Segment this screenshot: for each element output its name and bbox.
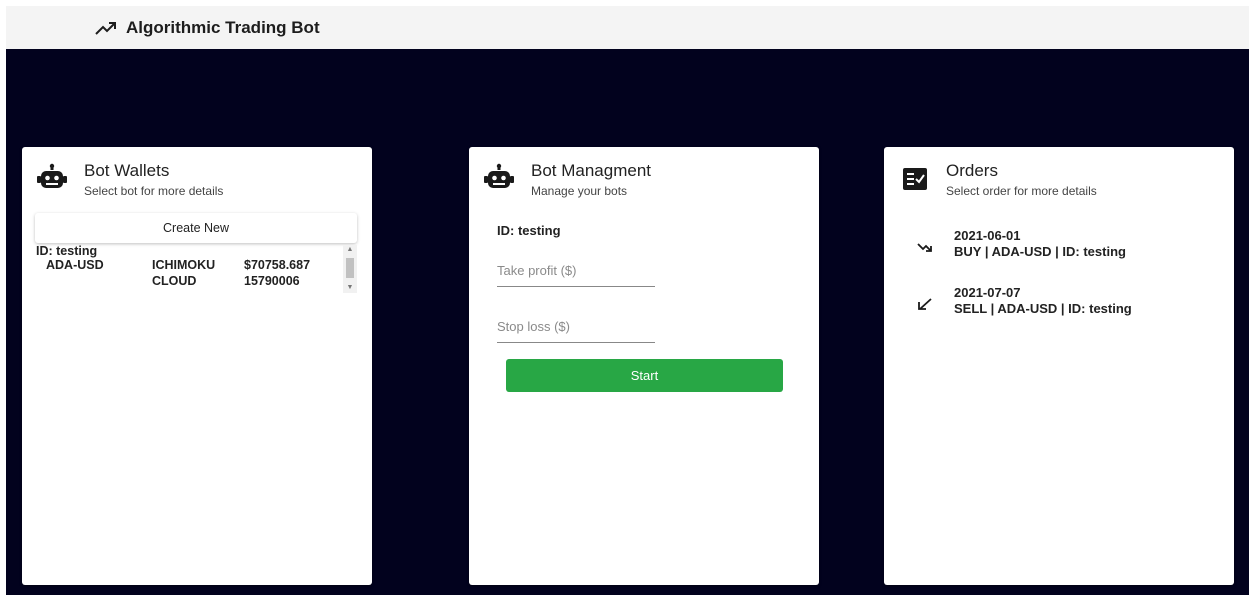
order-date: 2021-07-07: [954, 285, 1021, 300]
orders-title: Orders: [946, 161, 998, 180]
management-subtitle: Manage your bots: [531, 184, 628, 198]
app-title: Algorithmic Trading Bot: [126, 18, 320, 37]
order-item[interactable]: 2021-06-01 BUY | ADA-USD | ID: testing: [916, 228, 1216, 264]
management-title: Bot Managment: [531, 161, 652, 180]
orders-subtitle: Select order for more details: [946, 184, 1097, 198]
wallet-list[interactable]: ID: testing ADA-USD ICHIMOKU CLOUD $7075…: [36, 244, 358, 294]
orders-card: Orders Select order for more details 202…: [884, 147, 1234, 585]
order-description: BUY | ADA-USD | ID: testing: [954, 244, 1126, 259]
bot-wallets-card: Bot Wallets Select bot for more details …: [22, 147, 372, 585]
call-received-icon: [918, 298, 932, 310]
start-button[interactable]: Start: [506, 359, 783, 392]
wallet-balance-line2: 15790006: [244, 274, 300, 288]
take-profit-field: [497, 258, 655, 287]
scroll-thumb[interactable]: [346, 258, 354, 278]
stop-loss-field: [497, 314, 655, 343]
robot-icon: [37, 163, 67, 188]
order-date: 2021-06-01: [954, 228, 1021, 243]
create-new-button[interactable]: Create New: [35, 213, 357, 243]
wallet-balance-line1: $70758.687: [244, 258, 311, 272]
order-description: SELL | ADA-USD | ID: testing: [954, 301, 1132, 316]
wallets-subtitle: Select bot for more details: [84, 184, 224, 198]
order-item[interactable]: 2021-07-07 SELL | ADA-USD | ID: testing: [916, 285, 1216, 321]
robot-icon: [484, 163, 514, 188]
wallet-scrollbar[interactable]: ▲ ▼: [343, 245, 357, 293]
wallet-strategy-line2: CLOUD: [152, 274, 197, 288]
trending-up-icon: [95, 22, 116, 35]
selected-bot-id: ID: testing: [497, 223, 561, 238]
wallet-strategy-line1: ICHIMOKU: [152, 258, 216, 272]
stop-loss-input[interactable]: [497, 314, 655, 338]
scroll-down-arrow-icon[interactable]: ▼: [343, 283, 357, 293]
scroll-up-arrow-icon[interactable]: ▲: [343, 245, 357, 255]
app-bar: Algorithmic Trading Bot: [6, 6, 1249, 49]
checklist-icon: [903, 168, 927, 190]
wallet-id: ID: testing: [36, 244, 98, 258]
wallet-pair: ADA-USD: [46, 258, 104, 272]
wallets-title: Bot Wallets: [84, 161, 170, 180]
take-profit-input[interactable]: [497, 258, 655, 282]
trending-down-icon: [917, 243, 932, 252]
bot-management-card: Bot Managment Manage your bots ID: testi…: [469, 147, 819, 585]
